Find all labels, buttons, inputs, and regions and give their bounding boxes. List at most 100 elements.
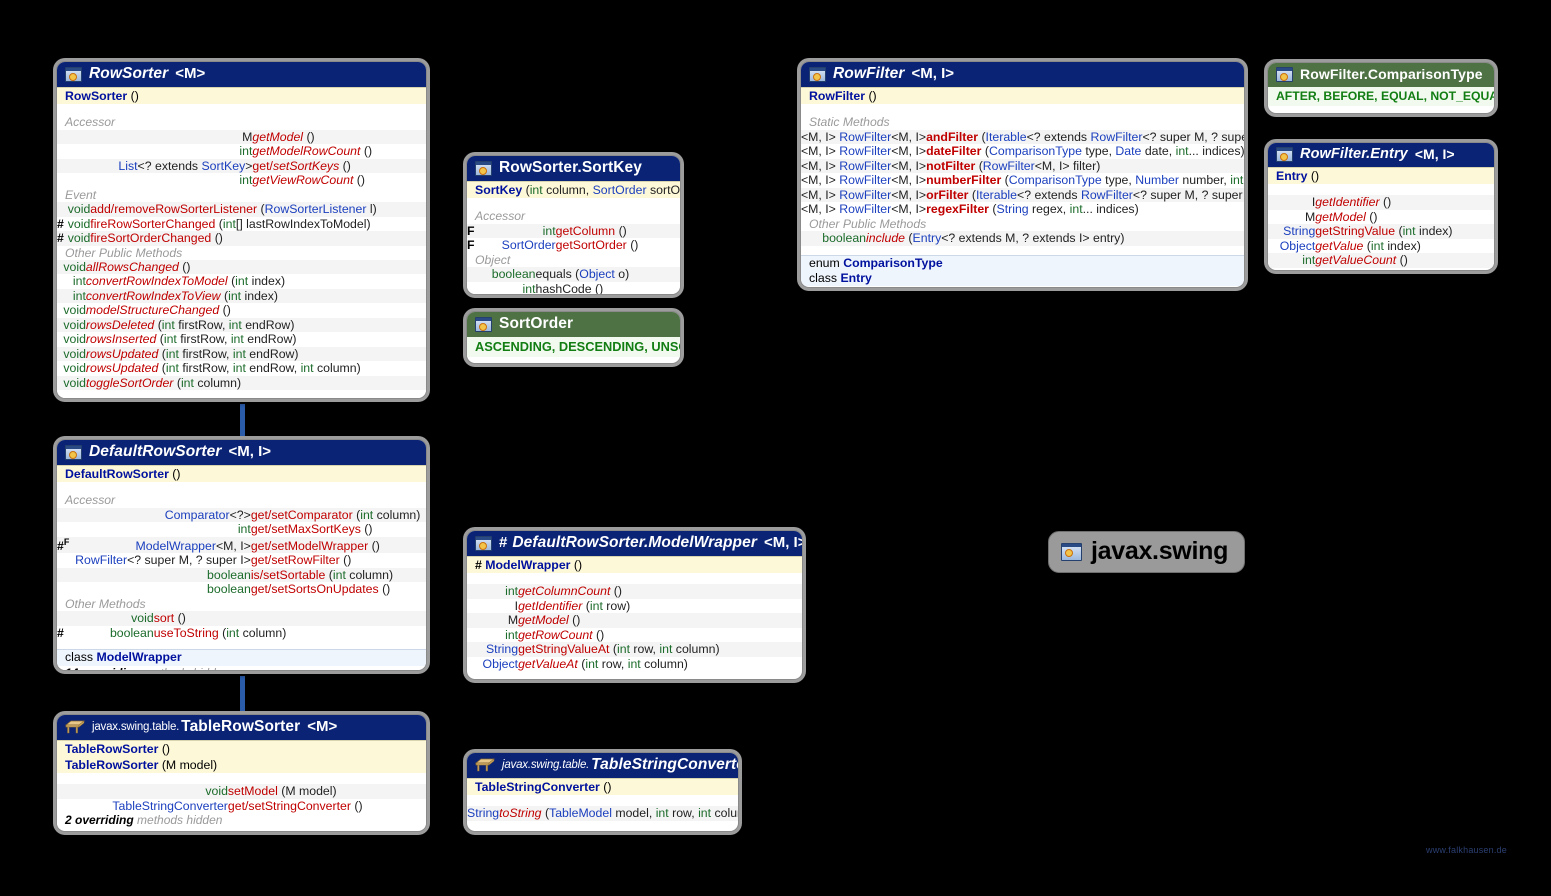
enum-header-comparisontype: RowFilter.ComparisonType [1268, 63, 1494, 87]
member-signature: get/setRowFilter () [250, 553, 352, 568]
member-return-type: SortOrder [501, 238, 556, 253]
section-label-object: Object [467, 252, 680, 268]
member-return-type: void [63, 332, 86, 347]
member-table: int getColumnCount () IgetIdentifier (int … [467, 584, 802, 672]
member-return-type: boolean [822, 231, 867, 246]
member-row: RowFilter<? super M, ? super I> get/setRo… [57, 553, 426, 568]
member-modifier [57, 568, 69, 583]
member-modifier: # [57, 625, 64, 640]
member-signature: andFilter (Iterable<? extends RowFilter<… [926, 129, 1244, 144]
member-table-accessor: Comparator<?> get/setComparator (int colu… [57, 507, 426, 597]
member-signature: get/setSortsOnUpdates () [250, 582, 391, 597]
class-title: RowFilter [833, 65, 905, 82]
spacer [467, 573, 802, 585]
member-row: int get/setMaxSortKeys () [57, 522, 426, 537]
member-signature: is/setSortable (int column) [250, 567, 394, 582]
hidden-count: 2 overriding [65, 813, 134, 828]
nested-keyword: class [65, 650, 94, 665]
nested-name[interactable]: Entry [840, 271, 871, 285]
member-return-type: M [242, 129, 253, 144]
section-label-other-methods: Other Methods [57, 596, 426, 612]
enum-values: ASCENDING, DESCENDING, UNSORTED [467, 337, 680, 358]
member-row: Comparator<?> get/setComparator (int colu… [57, 507, 426, 523]
member-row: void rowsDeleted (int firstRow, int endRo… [57, 317, 426, 333]
constructor-name: RowSorter [65, 89, 128, 104]
member-return-type: void [67, 202, 91, 217]
member-return-type: I [1311, 195, 1316, 210]
member-row: String toString (TableModel model, int ro… [467, 806, 738, 821]
constructor-args: () [868, 89, 877, 104]
package-prefix: javax.swing.table. [502, 759, 590, 772]
member-return-type: <M, I> RowFilter<M, I> [801, 129, 927, 144]
class-box-tablestringconverter: javax.swing.table. TableStringConverter … [466, 752, 739, 832]
member-return-type: int [1302, 253, 1316, 268]
member-modifier [57, 582, 69, 597]
member-return-type: boolean [109, 625, 154, 640]
member-signature: numberFilter (ComparisonType type, Numbe… [926, 173, 1244, 188]
section-label-accessor: Accessor [57, 493, 426, 508]
enum-box-comparisontype: RowFilter.ComparisonType AFTER, BEFORE, … [1267, 62, 1495, 114]
enum-header-sortorder: SortOrder [467, 312, 680, 338]
member-signature: rowsInserted (int firstRow, int endRow) [85, 332, 297, 347]
member-row: IgetIdentifier () [1268, 195, 1494, 210]
hidden-text: methods hidden [137, 813, 223, 828]
class-generics: <M, I> [228, 443, 272, 461]
nested-name[interactable]: ModelWrapper [96, 650, 181, 664]
nested-keyword: class [809, 270, 838, 285]
member-signature: fireSortOrderChanged () [90, 231, 223, 246]
member-row: # void fireRowSorterChanged (int[] lastRow… [57, 217, 426, 232]
nested-keyword: enum [809, 255, 840, 270]
nested-entry[interactable]: class Entry [809, 271, 1238, 286]
member-row: <M, I> RowFilter<M, I> regexFilter (Strin… [801, 202, 1244, 217]
class-header-rowfilter: RowFilter <M, I> [801, 62, 1244, 88]
class-header-rowsorter: RowSorter <M> [57, 62, 426, 88]
member-signature: getIdentifier () [1315, 195, 1392, 210]
member-signature: getViewRowCount () [252, 173, 365, 188]
member-return-type: int [505, 584, 519, 599]
class-header-entry: RowFilter.Entry <M, I> [1268, 143, 1494, 168]
section-label-other-public-methods: Other Public Methods [57, 245, 426, 260]
constructor-name: DefaultRowSorter [65, 467, 169, 482]
section-label-event: Event [57, 187, 426, 203]
member-return-type: void [63, 259, 86, 274]
constructor-args: () [130, 89, 139, 104]
hidden-methods-note: 14 overriding methods hidden [57, 665, 426, 671]
member-table-accessor: Fint getColumn () F SortOrder getSortOrder (… [467, 223, 680, 253]
class-icon [1276, 147, 1293, 163]
member-signature: get/setModelWrapper () [250, 538, 380, 553]
constructor-name: TableRowSorter [65, 742, 159, 757]
nested-name[interactable]: ComparisonType [843, 256, 943, 270]
nested-entry[interactable]: enum ComparisonType [809, 256, 1238, 271]
member-row: void rowsUpdated (int firstRow, int endRo… [57, 361, 426, 376]
member-row: void sort () [57, 611, 426, 626]
member-row: <M, I> RowFilter<M, I> orFilter (Iterable… [801, 187, 1244, 203]
protected-marker: # [499, 534, 508, 552]
constructor-name: RowFilter [809, 89, 866, 104]
class-title: RowSorter [89, 65, 169, 82]
constructor-args: () [172, 467, 181, 482]
spacer [57, 390, 426, 398]
member-return-type: String [485, 642, 519, 657]
member-signature: getRowCount () [518, 627, 605, 642]
member-row: <M, I> RowFilter<M, I> andFilter (Iterabl… [801, 129, 1244, 145]
member-row: List<? extends SortKey> get/setSortKeys (… [57, 158, 426, 174]
member-modifier [57, 202, 64, 217]
class-icon [1061, 542, 1082, 561]
member-return-type: int [239, 144, 253, 159]
member-signature: allRowsChanged () [85, 259, 191, 274]
member-return-type: Object [482, 656, 519, 671]
member-row: void toggleSortOrder (int column) [57, 375, 426, 391]
constructor-row: SortKey (int column, SortOrder sortOrder… [467, 181, 680, 199]
member-return-type: void [67, 231, 91, 246]
member-signature: getSortOrder () [555, 238, 639, 253]
class-title: TableStringConverter [591, 756, 739, 773]
member-signature: dateFilter (ComparisonType type, Date da… [926, 144, 1245, 159]
constructor-args: () [573, 558, 583, 573]
member-return-type: int [72, 274, 86, 289]
member-row: MgetModel () [57, 129, 426, 145]
class-title: TableRowSorter [181, 718, 301, 735]
member-signature: getModel () [252, 129, 315, 144]
member-signature: getColumn () [555, 223, 627, 238]
hidden-count: 14 overriding [65, 666, 140, 671]
nested-class-list: enum ComparisonType class Entry [801, 254, 1244, 287]
